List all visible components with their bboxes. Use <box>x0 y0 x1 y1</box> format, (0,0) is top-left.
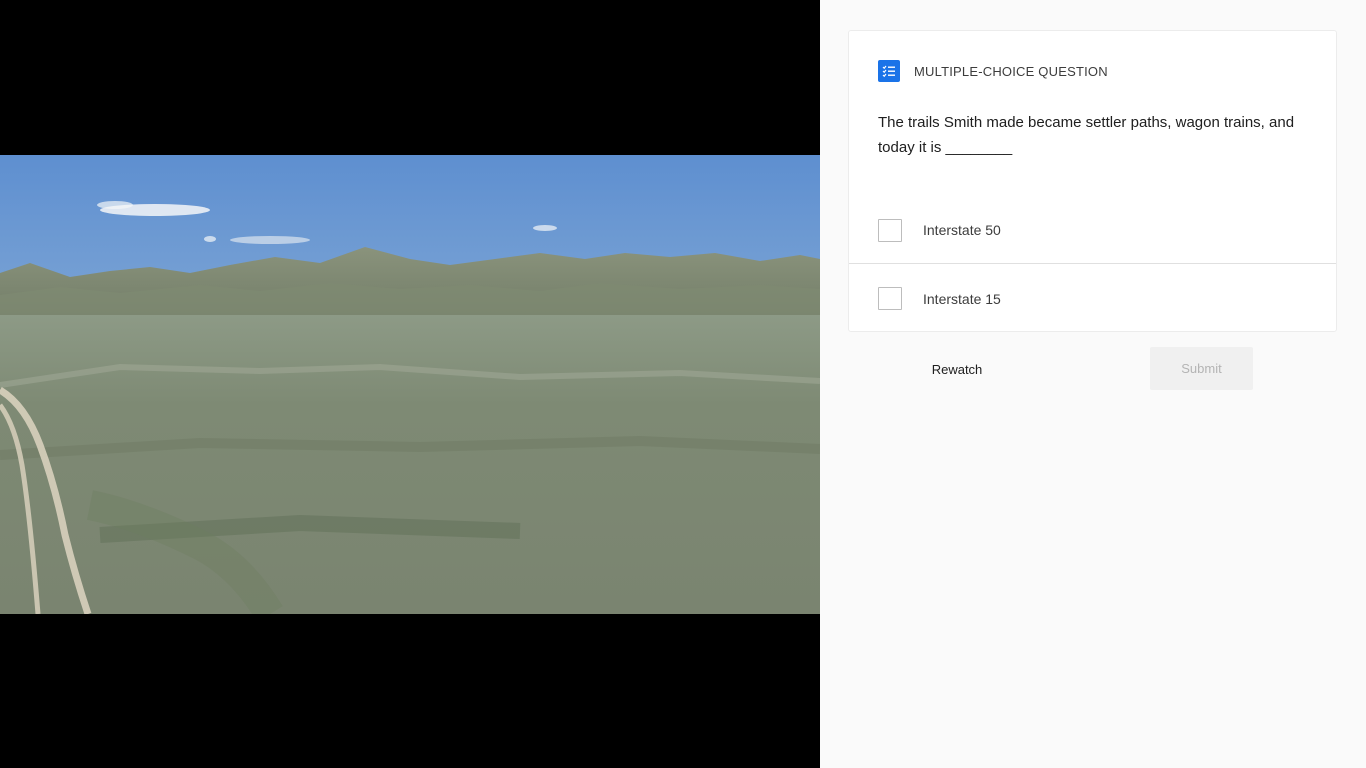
video-frame[interactable] <box>0 155 820 614</box>
question-text: The trails Smith made became settler pat… <box>878 114 1295 156</box>
option-checkbox[interactable] <box>878 218 902 242</box>
video-player[interactable] <box>0 0 820 768</box>
question-card: MULTIPLE-CHOICE QUESTION The trails Smit… <box>848 30 1337 332</box>
question-header: MULTIPLE-CHOICE QUESTION <box>878 60 1108 82</box>
question-panel: MULTIPLE-CHOICE QUESTION The trails Smit… <box>820 0 1366 768</box>
submit-button[interactable]: Submit <box>1150 347 1253 390</box>
rewatch-button[interactable]: Rewatch <box>906 348 1008 390</box>
option-label: Interstate 15 <box>923 290 1001 307</box>
question-type-label: MULTIPLE-CHOICE QUESTION <box>914 63 1108 79</box>
option-checkbox[interactable] <box>878 287 902 310</box>
landscape-video-frame <box>0 155 820 614</box>
answer-option[interactable]: Interstate 50 <box>849 197 1336 264</box>
option-label: Interstate 50 <box>923 222 1001 238</box>
checklist-icon <box>878 60 900 82</box>
answer-option[interactable]: Interstate 15 <box>849 265 1336 332</box>
